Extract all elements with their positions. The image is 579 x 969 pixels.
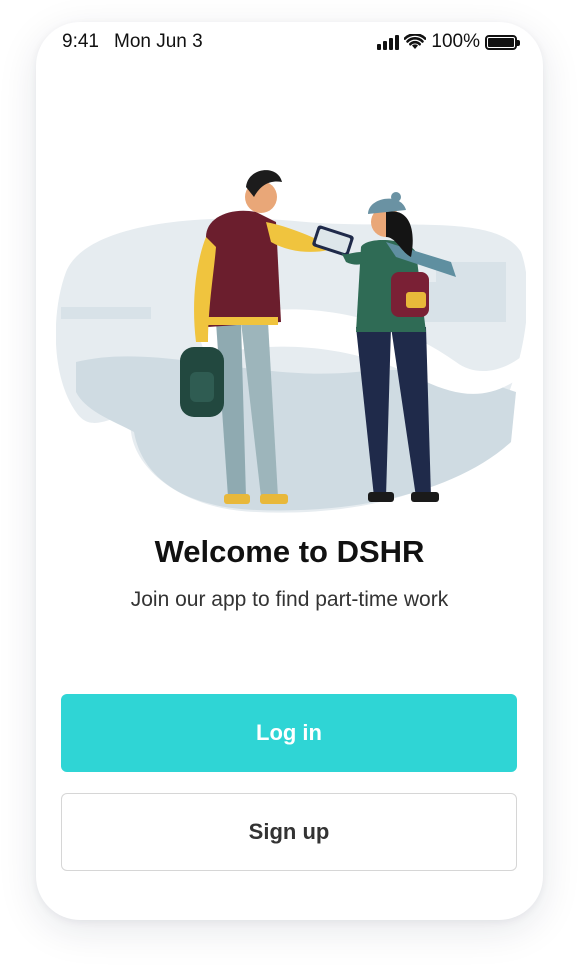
status-bar: 9:41 Mon Jun 3 100% [36, 22, 543, 62]
login-button-label: Log in [256, 720, 322, 745]
welcome-title: Welcome to DSHR [154, 534, 425, 569]
battery-percent: 100% [431, 31, 480, 52]
status-time: 9:41 [62, 31, 99, 52]
signup-button[interactable]: Sign up [61, 793, 517, 871]
login-button[interactable]: Log in [61, 694, 517, 772]
signup-button-label: Sign up [248, 819, 330, 844]
cellular-signal-icon [377, 34, 400, 50]
battery-icon [485, 34, 520, 50]
welcome-illustration [56, 170, 526, 513]
wifi-icon [404, 34, 427, 49]
welcome-subtitle: Join our app to find part-time work [130, 588, 449, 611]
status-indicators: 100% [377, 31, 520, 53]
device-frame: 9:41 Mon Jun 3 100% Welcome to DSHR Join… [36, 22, 543, 920]
status-date: Mon Jun 3 [114, 31, 203, 52]
